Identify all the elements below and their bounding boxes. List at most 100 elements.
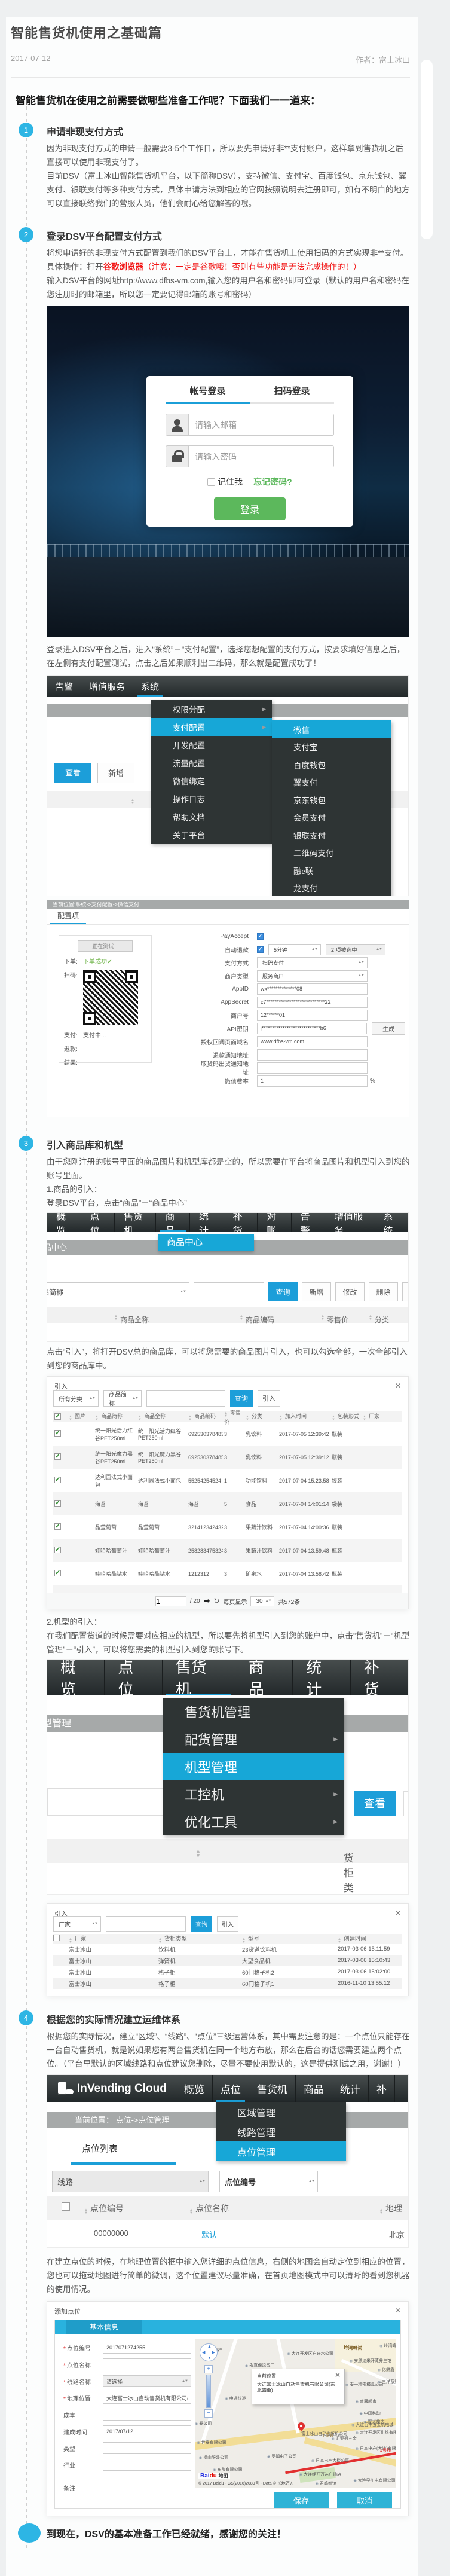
- zoom-slider[interactable]: [206, 2375, 211, 2408]
- sort-icon[interactable]: [246, 1416, 249, 1422]
- sort-icon[interactable]: [240, 1315, 243, 1321]
- forgot-password-link[interactable]: 忘记密码?: [253, 476, 292, 488]
- submenu-rong-e-lian[interactable]: 融e联: [272, 861, 391, 879]
- filter-input[interactable]: [403, 1791, 409, 1816]
- table-row[interactable]: 达利园法式小面包达利园法式小面包 552542545241 功能饮料2017-0…: [53, 1469, 402, 1492]
- sort-icon[interactable]: [332, 1416, 335, 1422]
- add-button[interactable]: 新增: [97, 763, 134, 783]
- nav-machines[interactable]: 售货机: [115, 1213, 156, 1232]
- nav-points[interactable]: 点位: [81, 1213, 115, 1232]
- map-zoom-control[interactable]: + −: [204, 2365, 213, 2418]
- nav-stats[interactable]: 统计: [293, 1660, 350, 1695]
- cost-field[interactable]: [103, 2409, 191, 2421]
- route-name-select[interactable]: 请选择: [103, 2375, 191, 2387]
- cancel-button[interactable]: 取消: [337, 2492, 392, 2508]
- auto-refund-checkbox[interactable]: [257, 946, 264, 953]
- nav-reconcile[interactable]: 对账: [258, 1213, 292, 1232]
- row-checkbox[interactable]: [54, 1477, 61, 1483]
- row-checkbox[interactable]: [54, 1500, 61, 1507]
- goods-search-input[interactable]: [194, 1282, 264, 1301]
- tab-config-items[interactable]: 配置项: [50, 909, 86, 924]
- goods-center-menu-item[interactable]: 商品中心: [158, 1234, 254, 1251]
- table-row[interactable]: 统一阳光活力红谷PET250ml统一阳光活力红谷PET250ml 6925303…: [53, 1422, 402, 1446]
- nav-system[interactable]: 系统: [374, 1213, 408, 1232]
- route-select[interactable]: 线路: [52, 2171, 209, 2192]
- query-button[interactable]: 查询: [230, 1390, 253, 1407]
- close-icon[interactable]: ✕: [395, 1382, 401, 1391]
- search-input[interactable]: [106, 1916, 186, 1932]
- sort-icon[interactable]: [158, 1938, 162, 1944]
- nav-alert[interactable]: 告警: [47, 676, 81, 697]
- sort-icon[interactable]: [242, 1938, 246, 1944]
- nav-goods[interactable]: 商品: [296, 2075, 332, 2102]
- point-name-field[interactable]: [103, 2358, 191, 2370]
- tab-point-list[interactable]: 点位列表: [82, 2142, 118, 2155]
- menu-item-wechat-bind[interactable]: 微信绑定: [151, 772, 272, 790]
- sort-icon[interactable]: [131, 799, 134, 805]
- zoom-out-button[interactable]: −: [204, 2409, 213, 2418]
- row-checkbox[interactable]: [54, 1570, 61, 1576]
- nav-system[interactable]: 系统: [133, 676, 167, 697]
- wechat-rate-field[interactable]: [257, 1075, 368, 1087]
- menu-item-route-mgmt[interactable]: 线路管理: [216, 2122, 346, 2141]
- nav-overview[interactable]: 概览: [176, 2075, 213, 2102]
- submenu-unionpay[interactable]: 银联支付: [272, 826, 391, 844]
- save-button[interactable]: 保存: [274, 2492, 329, 2508]
- sort-icon[interactable]: [138, 1416, 142, 1422]
- menu-item-region-mgmt[interactable]: 区域管理: [216, 2102, 346, 2122]
- password-field[interactable]: [189, 446, 333, 467]
- nav-overview[interactable]: 概览: [47, 1213, 81, 1232]
- submenu-wechat[interactable]: 微信: [272, 720, 391, 738]
- menu-item-pay-config[interactable]: 支付配置▶: [151, 718, 272, 736]
- select-all-checkbox[interactable]: [62, 2202, 70, 2211]
- merchant-id-field[interactable]: [257, 1010, 368, 1021]
- edit-button[interactable]: 修改: [335, 1282, 365, 1301]
- point-code-select[interactable]: 点位编号: [219, 2171, 318, 2192]
- submenu-baidu-wallet[interactable]: 百度钱包: [272, 756, 391, 774]
- refund-notify-field[interactable]: [257, 1049, 368, 1061]
- submenu-bestpay[interactable]: 翼支付: [272, 774, 391, 792]
- nav-restock[interactable]: 补: [369, 2075, 395, 2102]
- import-button[interactable]: 引入: [258, 1390, 280, 1407]
- submenu-qrcode-pay[interactable]: 二维码支付: [272, 844, 391, 862]
- refresh-icon[interactable]: ↻: [213, 1597, 219, 1605]
- menu-item-traffic-config[interactable]: 流量配置: [151, 754, 272, 772]
- import-button[interactable]: 引入: [217, 1916, 238, 1932]
- menu-item-dev-config[interactable]: 开发配置: [151, 736, 272, 754]
- table-row[interactable]: 富士冰山弹簧机大型食品机2017-03-06 15:10:43: [53, 1955, 402, 1966]
- sort-icon[interactable]: [279, 1416, 283, 1422]
- apikey-field[interactable]: [257, 1023, 367, 1034]
- table-row[interactable]: 00000000 默认 北京: [47, 2223, 408, 2245]
- menu-item-optimize-tools[interactable]: 优化工具▶: [163, 1808, 344, 1835]
- appsecret-field[interactable]: [257, 997, 368, 1008]
- sort-icon[interactable]: [69, 1938, 72, 1944]
- nav-vas[interactable]: 增值服务: [325, 1213, 374, 1232]
- menu-item-permission[interactable]: 权限分配▶: [151, 700, 272, 718]
- generate-key-button[interactable]: 生成: [372, 1022, 405, 1035]
- nav-overview[interactable]: 概览: [47, 1660, 105, 1695]
- login-button[interactable]: 登录: [214, 497, 286, 520]
- close-icon[interactable]: ✕: [395, 2306, 401, 2316]
- sort-icon[interactable]: [114, 1315, 118, 1321]
- email-field[interactable]: [189, 414, 333, 435]
- sort-icon[interactable]: [321, 1315, 325, 1321]
- table-row[interactable]: 娃哈哈晶钻水娃哈哈晶钻水 12123123 矿泉水2017-07-04 13:5…: [53, 1562, 402, 1585]
- tab-account-login[interactable]: 帐号登录: [166, 384, 250, 404]
- submenu-alipay[interactable]: 支付宝: [272, 738, 391, 756]
- row-checkbox[interactable]: [54, 1547, 61, 1553]
- menu-item-about[interactable]: 关于平台: [151, 826, 272, 844]
- goods-filter-select[interactable]: 商品简称: [47, 1282, 189, 1301]
- search-input[interactable]: [329, 2171, 409, 2192]
- search-input[interactable]: [146, 1390, 225, 1407]
- baidu-map[interactable]: 岭湾峰尚 2号线 大连银行 永真保温留厂 大连开发区自来水公司 岭湾峰 安然纳米…: [195, 2339, 396, 2488]
- remark-field[interactable]: [103, 2476, 191, 2499]
- go-page-icon[interactable]: ➡: [204, 1596, 210, 1606]
- sort-icon[interactable]: [69, 1416, 72, 1422]
- view-button[interactable]: 查看: [54, 763, 91, 783]
- nav-points[interactable]: 点位: [213, 2075, 249, 2102]
- menu-item-model-mgmt[interactable]: 机型管理: [163, 1753, 344, 1780]
- delete-button[interactable]: 删除: [369, 1282, 398, 1301]
- query-button[interactable]: 查询: [268, 1282, 298, 1301]
- nav-alert[interactable]: 告警: [292, 1213, 326, 1232]
- submenu-jd-wallet[interactable]: 京东钱包: [272, 791, 391, 809]
